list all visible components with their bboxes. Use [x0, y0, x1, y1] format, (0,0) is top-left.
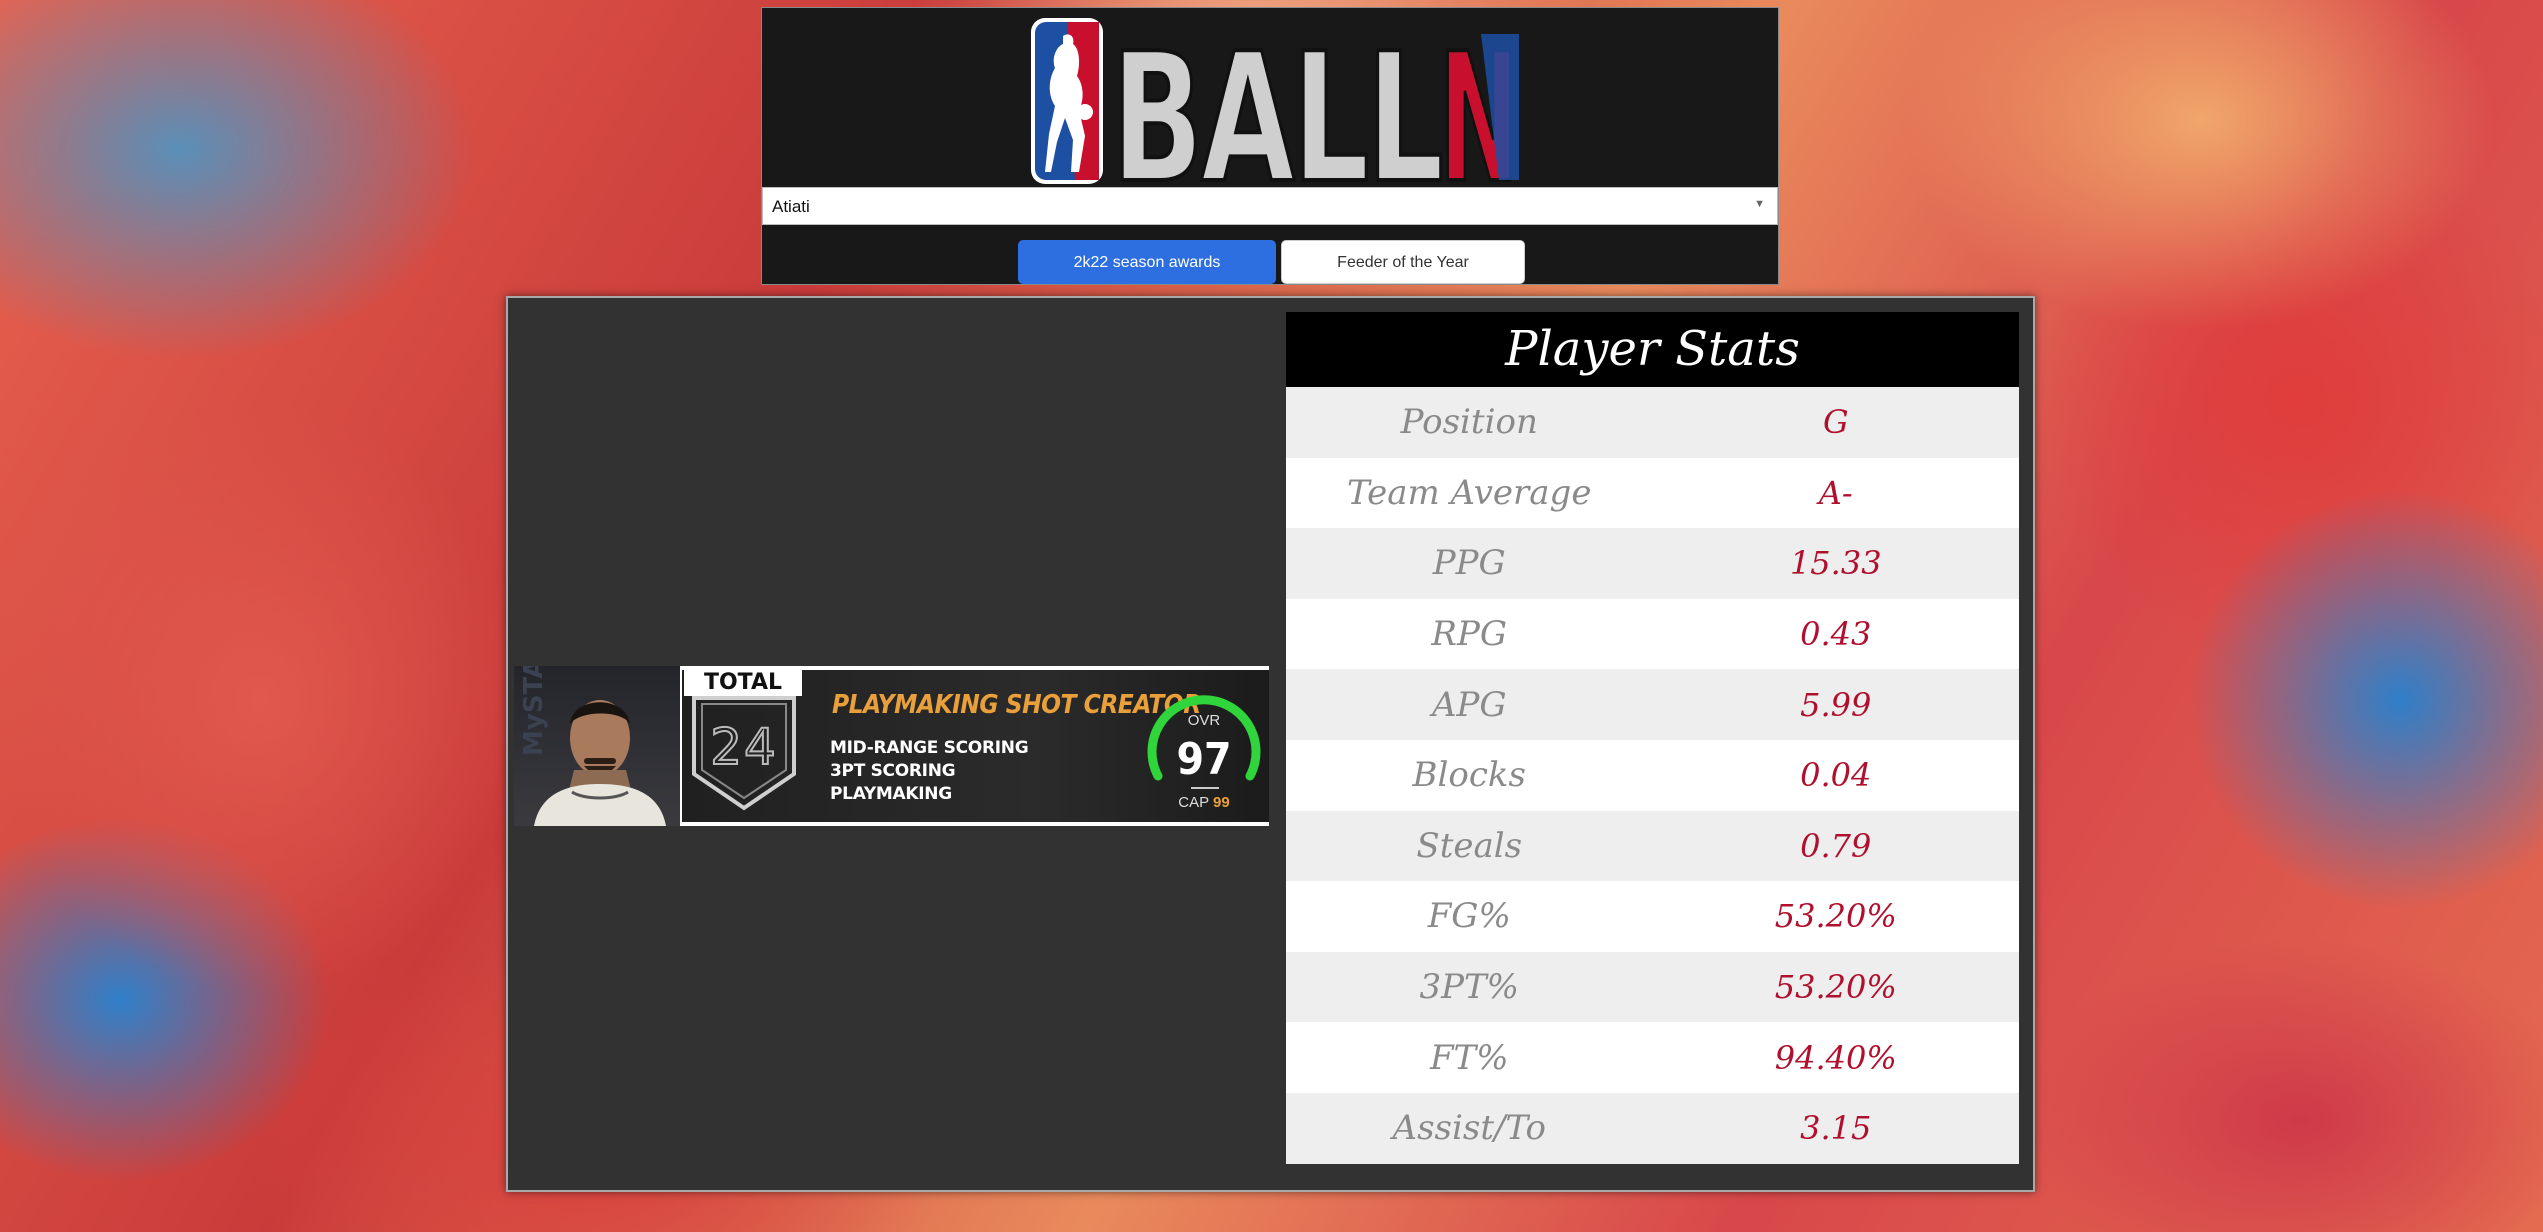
- player-panel: MySTATS TOTAL 24 PLAYMAKING SHOT CREATOR…: [506, 296, 2035, 1192]
- logo-text: BALL: [1111, 15, 1441, 189]
- stats-title: Player Stats: [1286, 312, 2019, 387]
- stat-row-assist-to: Assist/To 3.15: [1286, 1092, 2019, 1164]
- skill-item: 3PT SCORING: [830, 761, 956, 781]
- stat-value: 15.33: [1789, 544, 1882, 583]
- stat-label: Assist/To: [1392, 1108, 1546, 1149]
- stat-row-steals: Steals 0.79: [1286, 810, 2019, 882]
- stat-value: 0.79: [1800, 826, 1872, 865]
- stat-row-ft-pct: FT% 94.40%: [1286, 1022, 2019, 1093]
- mystats-watermark: MySTATS: [519, 666, 549, 756]
- ovr-value: 97: [1176, 734, 1232, 785]
- stat-row-blocks: Blocks 0.04: [1286, 739, 2019, 811]
- player-card: MySTATS TOTAL 24 PLAYMAKING SHOT CREATOR…: [514, 666, 1269, 826]
- player-stats-table: Player Stats Position G Team Average A- PP…: [1286, 312, 2019, 1164]
- player-select-value: Atiati: [772, 197, 810, 216]
- stat-label: FT%: [1429, 1037, 1509, 1078]
- stat-label: APG: [1431, 684, 1507, 725]
- stat-value: 53.20%: [1774, 897, 1897, 936]
- stat-value: 5.99: [1800, 685, 1872, 724]
- player-card-body: TOTAL 24 PLAYMAKING SHOT CREATOR MID-RAN…: [682, 670, 1269, 822]
- player-select[interactable]: Atiati ▼: [762, 187, 1778, 225]
- ovr-divider: [1191, 787, 1219, 789]
- stat-label: PPG: [1432, 543, 1506, 584]
- player-avatar: MySTATS: [514, 666, 680, 826]
- stat-value: 0.43: [1800, 615, 1872, 654]
- stat-row-team-average: Team Average A-: [1286, 457, 2019, 529]
- stat-label: RPG: [1431, 614, 1508, 655]
- ovr-label: OVR: [1187, 712, 1221, 729]
- nba-logo: BALL N: [1031, 14, 1521, 189]
- feeder-of-the-year-button[interactable]: Feeder of the Year: [1281, 240, 1525, 284]
- stat-row-ppg: PPG 15.33: [1286, 528, 2019, 599]
- stat-row-rpg: RPG 0.43: [1286, 598, 2019, 670]
- cap-label: CAP: [1178, 794, 1209, 811]
- skill-item: PLAYMAKING: [830, 784, 952, 804]
- cap-readout: CAP 99: [1140, 794, 1268, 811]
- stat-value: 3.15: [1800, 1109, 1872, 1148]
- chevron-down-icon[interactable]: ▼: [1754, 198, 1765, 210]
- stat-row-apg: APG 5.99: [1286, 669, 2019, 740]
- stat-label: Position: [1400, 402, 1538, 443]
- stat-row-3pt-pct: 3PT% 53.20%: [1286, 951, 2019, 1023]
- site-header: BALL N Atiati ▼ 2k22 season awards Feede…: [761, 7, 1779, 285]
- cap-value: 99: [1213, 794, 1230, 811]
- stat-label: 3PT%: [1419, 967, 1520, 1008]
- stat-value: 0.04: [1800, 756, 1872, 795]
- total-number: 24: [709, 717, 778, 777]
- skill-item: MID-RANGE SCORING: [830, 738, 1029, 758]
- stat-label: Team Average: [1347, 472, 1592, 513]
- stat-label: Blocks: [1412, 755, 1526, 796]
- stat-label: FG%: [1427, 896, 1511, 937]
- stat-label: Steals: [1416, 825, 1523, 866]
- stat-row-fg-pct: FG% 53.20%: [1286, 881, 2019, 952]
- stat-row-position: Position G: [1286, 387, 2019, 458]
- stat-value: 53.20%: [1774, 968, 1897, 1007]
- stats-rows: Position G Team Average A- PPG 15.33 RPG 0.4…: [1286, 387, 2019, 1164]
- stat-value: A-: [1818, 473, 1853, 512]
- season-awards-button[interactable]: 2k22 season awards: [1018, 240, 1276, 284]
- stat-value: G: [1822, 403, 1849, 442]
- stat-value: 94.40%: [1774, 1038, 1897, 1077]
